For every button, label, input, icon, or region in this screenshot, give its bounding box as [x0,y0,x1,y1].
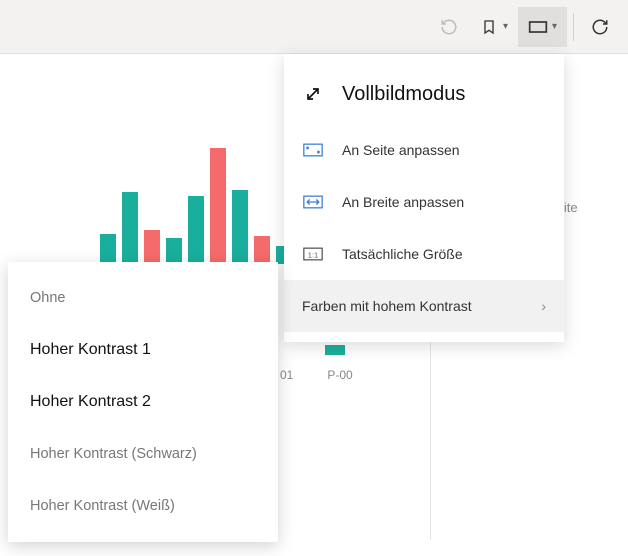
option-label: Hoher Kontrast (Schwarz) [30,446,197,462]
fit-page-icon [302,139,324,161]
option-label: Hoher Kontrast 2 [30,393,151,411]
contrast-option-hc2[interactable]: Hoher Kontrast 2 [8,376,278,428]
option-label: Hoher Kontrast (Weiß) [30,498,175,514]
menu-label: Farben mit hohem Kontrast [302,298,541,314]
contrast-option-hc1[interactable]: Hoher Kontrast 1 [8,324,278,376]
menu-label: Tatsächliche Größe [342,246,546,262]
view-rectangle-icon [528,17,548,37]
bar [232,190,248,264]
chart-bars [100,148,314,264]
bar [210,148,226,264]
axis-label: P-00 [327,368,352,382]
option-label: Ohne [30,290,65,306]
bookmarks-button[interactable]: ▾ [469,7,518,47]
menu-item-high-contrast[interactable]: Farben mit hohem Kontrast › [284,280,564,332]
menu-item-actual-size[interactable]: 1:1 Tatsächliche Größe [284,228,564,280]
chevron-right-icon: › [541,298,546,314]
menu-label: An Breite anpassen [342,194,546,210]
legend-swatch [325,345,345,355]
bookmark-icon [479,17,499,37]
menu-item-fullscreen[interactable]: Vollbildmodus [284,64,564,124]
toolbar-separator [573,13,574,41]
refresh-button[interactable] [580,7,620,47]
chevron-down-icon: ▾ [503,21,508,32]
contrast-option-none[interactable]: Ohne [8,272,278,324]
menu-item-fit-width[interactable]: An Breite anpassen [284,176,564,228]
fit-width-icon [302,191,324,213]
bar [122,192,138,264]
reset-button[interactable] [429,7,469,47]
top-toolbar: ▾ ▾ [0,0,628,54]
view-menu: Vollbildmodus An Seite anpassen An Breit… [284,54,564,342]
bar [166,238,182,264]
reset-icon [439,17,459,37]
refresh-icon [590,17,610,37]
contrast-option-black[interactable]: Hoher Kontrast (Schwarz) [8,428,278,480]
menu-item-fit-page[interactable]: An Seite anpassen [284,124,564,176]
bar [144,230,160,264]
divider [430,340,431,540]
bar [188,196,204,264]
option-label: Hoher Kontrast 1 [30,341,151,359]
menu-label: Vollbildmodus [342,83,546,106]
axis-label: 01 [280,368,293,382]
svg-text:1:1: 1:1 [308,250,318,259]
bar [254,236,270,264]
contrast-submenu: Ohne Hoher Kontrast 1 Hoher Kontrast 2 H… [8,262,278,542]
fullscreen-icon [302,83,324,105]
bar [100,234,116,264]
axis-labels: 01 P-00 [280,368,353,382]
view-mode-button[interactable]: ▾ [518,7,567,47]
menu-label: An Seite anpassen [342,142,546,158]
chevron-down-icon: ▾ [552,21,557,32]
contrast-option-white[interactable]: Hoher Kontrast (Weiß) [8,480,278,532]
actual-size-icon: 1:1 [302,243,324,265]
